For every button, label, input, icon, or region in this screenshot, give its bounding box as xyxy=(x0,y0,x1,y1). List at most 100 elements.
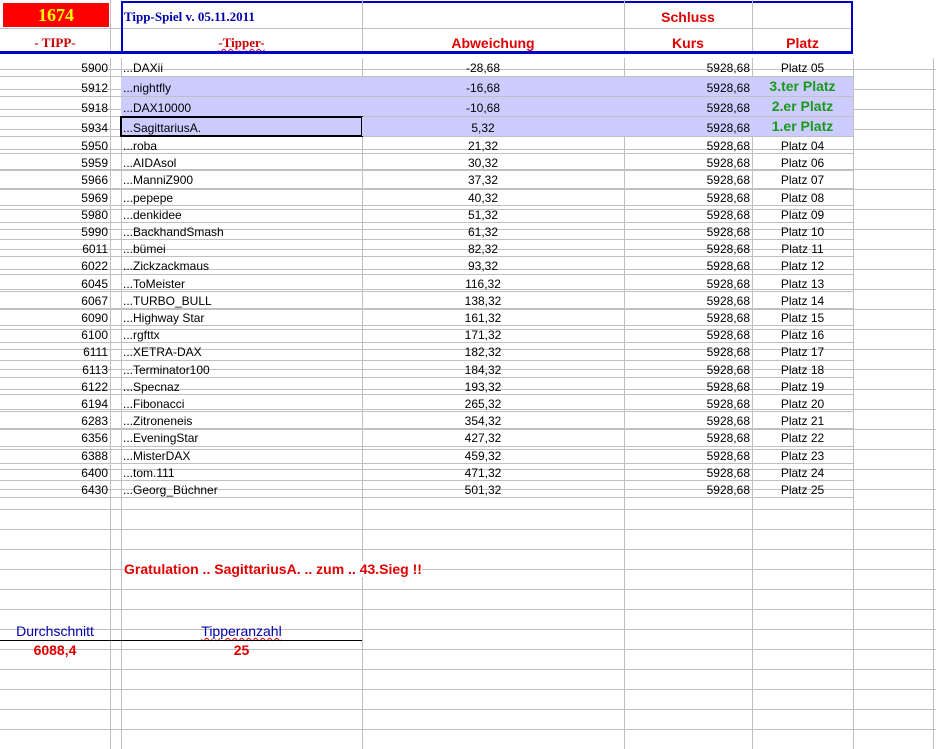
tipp-cell[interactable]: 6111 xyxy=(0,343,110,359)
platz-cell[interactable]: Platz 07 xyxy=(752,171,853,187)
kurs-cell[interactable]: 5928,68 xyxy=(624,326,752,342)
abweichung-cell[interactable]: 51,32 xyxy=(362,206,624,222)
abweichung-cell[interactable]: 501,32 xyxy=(362,481,624,497)
abweichung-cell[interactable]: 5,32 xyxy=(362,117,624,136)
kurs-cell[interactable]: 5928,68 xyxy=(624,343,752,359)
tipper-cell[interactable]: ...roba xyxy=(121,137,362,153)
tipp-cell[interactable]: 6011 xyxy=(0,240,110,256)
abweichung-cell[interactable]: -16,68 xyxy=(362,77,624,96)
tipp-cell[interactable]: 6090 xyxy=(0,309,110,325)
abweichung-cell[interactable]: 37,32 xyxy=(362,171,624,187)
kurs-cell[interactable]: 5928,68 xyxy=(624,206,752,222)
platz-cell[interactable]: Platz 24 xyxy=(752,464,853,480)
tipp-cell[interactable]: 6100 xyxy=(0,326,110,342)
kurs-cell[interactable]: 5928,68 xyxy=(624,412,752,428)
abweichung-cell[interactable]: 427,32 xyxy=(362,429,624,445)
abweichung-cell[interactable]: 138,32 xyxy=(362,292,624,308)
tipper-cell[interactable]: ...pepepe xyxy=(121,189,362,205)
platz-cell[interactable]: Platz 13 xyxy=(752,275,853,291)
kurs-cell[interactable]: 5928,68 xyxy=(624,257,752,273)
tipper-cell[interactable]: ...SagittariusA. xyxy=(120,116,363,137)
tipper-cell[interactable]: ...Highway Star xyxy=(121,309,362,325)
tipp-cell[interactable]: 6283 xyxy=(0,412,110,428)
tipper-cell[interactable]: ...AIDAsol xyxy=(121,154,362,170)
tipp-cell[interactable]: 6430 xyxy=(0,481,110,497)
tipper-cell[interactable]: ...Zickzackmaus xyxy=(121,257,362,273)
platz-cell[interactable]: 3.ter Platz xyxy=(752,77,853,96)
platz-cell[interactable]: Platz 14 xyxy=(752,292,853,308)
platz-cell[interactable]: Platz 08 xyxy=(752,189,853,205)
tipper-cell[interactable]: ...ManniZ900 xyxy=(121,171,362,187)
platz-cell[interactable]: 2.er Platz xyxy=(752,97,853,116)
tipper-cell[interactable]: ...EveningStar xyxy=(121,429,362,445)
kurs-cell[interactable]: 5928,68 xyxy=(624,481,752,497)
abweichung-cell[interactable]: 171,32 xyxy=(362,326,624,342)
tipp-cell[interactable]: 6356 xyxy=(0,429,110,445)
platz-cell[interactable]: Platz 15 xyxy=(752,309,853,325)
tipp-cell[interactable]: 5966 xyxy=(0,171,110,187)
tipperanzahl-label[interactable]: Tipperanzahl xyxy=(121,623,362,639)
tipperanzahl-value[interactable]: 25 xyxy=(121,642,362,658)
kurs-cell[interactable]: 5928,68 xyxy=(624,378,752,394)
tipper-cell[interactable]: ...ToMeister xyxy=(121,275,362,291)
platz-cell[interactable]: Platz 19 xyxy=(752,378,853,394)
kurs-cell[interactable]: 5928,68 xyxy=(624,464,752,480)
kurs-cell[interactable]: 5928,68 xyxy=(624,189,752,205)
abweichung-cell[interactable]: 182,32 xyxy=(362,343,624,359)
abweichung-cell[interactable]: 193,32 xyxy=(362,378,624,394)
tipp-cell[interactable]: 6388 xyxy=(0,447,110,463)
abweichung-cell[interactable]: 82,32 xyxy=(362,240,624,256)
kurs-cell[interactable]: 5928,68 xyxy=(624,171,752,187)
tipper-cell[interactable]: ...BackhandSmash xyxy=(121,223,362,239)
tipp-cell[interactable]: 5900 xyxy=(0,57,110,76)
tipper-cell[interactable]: ...rgfttx xyxy=(121,326,362,342)
tipper-cell[interactable]: ...Zitroneneis xyxy=(121,412,362,428)
abweichung-cell[interactable]: -10,68 xyxy=(362,97,624,116)
tipper-cell[interactable]: ...Georg_Büchner xyxy=(121,481,362,497)
platz-cell[interactable]: Platz 23 xyxy=(752,447,853,463)
tipp-cell[interactable]: 6113 xyxy=(0,361,110,377)
kurs-cell[interactable]: 5928,68 xyxy=(624,275,752,291)
tipper-cell[interactable]: ...Terminator100 xyxy=(121,361,362,377)
platz-cell[interactable]: Platz 20 xyxy=(752,395,853,411)
platz-cell[interactable]: Platz 25 xyxy=(752,481,853,497)
tipper-cell[interactable]: ...Specnaz xyxy=(121,378,362,394)
tipp-cell[interactable]: 6022 xyxy=(0,257,110,273)
kurs-cell[interactable]: 5928,68 xyxy=(624,137,752,153)
tipper-cell[interactable]: ...XETRA-DAX xyxy=(121,343,362,359)
kurs-cell[interactable]: 5928,68 xyxy=(624,429,752,445)
tipp-cell[interactable]: 5969 xyxy=(0,189,110,205)
tipp-cell[interactable]: 5959 xyxy=(0,154,110,170)
kurs-cell[interactable]: 5928,68 xyxy=(624,154,752,170)
tipp-cell[interactable]: 5934 xyxy=(0,117,110,136)
tipp-cell[interactable]: 5950 xyxy=(0,137,110,153)
kurs-cell[interactable]: 5928,68 xyxy=(624,57,752,76)
platz-cell[interactable]: Platz 17 xyxy=(752,343,853,359)
tipper-cell[interactable]: ...Fibonacci xyxy=(121,395,362,411)
gratulation-text[interactable]: Gratulation .. SagittariusA. .. zum .. 4… xyxy=(124,561,422,577)
kurs-cell[interactable]: 5928,68 xyxy=(624,361,752,377)
abweichung-cell[interactable]: 40,32 xyxy=(362,189,624,205)
abweichung-cell[interactable]: 471,32 xyxy=(362,464,624,480)
platz-cell[interactable]: 1.er Platz xyxy=(752,117,853,136)
abweichung-cell[interactable]: 30,32 xyxy=(362,154,624,170)
durchschnitt-label[interactable]: Durchschnitt xyxy=(0,623,110,639)
tipp-cell[interactable]: 5912 xyxy=(0,77,110,96)
kurs-cell[interactable]: 5928,68 xyxy=(624,292,752,308)
kurs-cell[interactable]: 5928,68 xyxy=(624,309,752,325)
tipper-cell[interactable]: ...nightfly xyxy=(121,77,362,96)
platz-cell[interactable]: Platz 04 xyxy=(752,137,853,153)
abweichung-cell[interactable]: 21,32 xyxy=(362,137,624,153)
tipper-cell[interactable]: ...DAX10000 xyxy=(121,97,362,116)
tipper-cell[interactable]: ...DAXii xyxy=(121,57,362,76)
tipp-cell[interactable]: 6067 xyxy=(0,292,110,308)
abweichung-cell[interactable]: -28,68 xyxy=(362,57,624,76)
platz-cell[interactable]: Platz 12 xyxy=(752,257,853,273)
abweichung-cell[interactable]: 265,32 xyxy=(362,395,624,411)
platz-cell[interactable]: Platz 06 xyxy=(752,154,853,170)
platz-cell[interactable]: Platz 16 xyxy=(752,326,853,342)
tipp-cell[interactable]: 5980 xyxy=(0,206,110,222)
platz-cell[interactable]: Platz 10 xyxy=(752,223,853,239)
abweichung-cell[interactable]: 184,32 xyxy=(362,361,624,377)
round-number-cell[interactable]: 1674 xyxy=(3,3,109,27)
